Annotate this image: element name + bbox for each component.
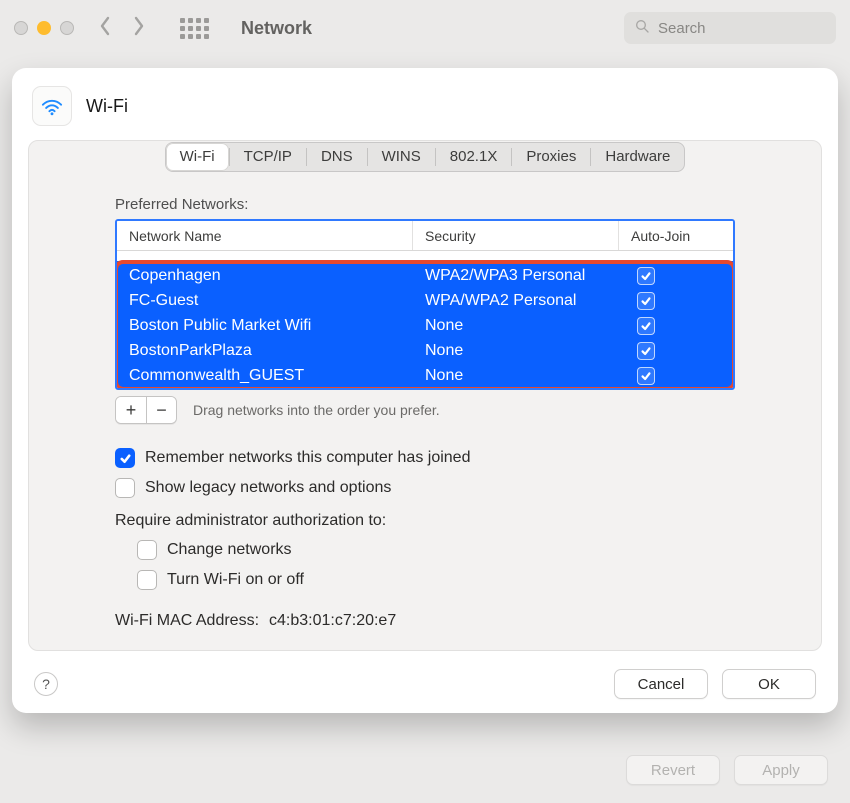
autojoin-checkbox[interactable] <box>637 342 655 360</box>
auth-wifi-toggle-label: Turn Wi-Fi on or off <box>167 571 304 589</box>
table-row[interactable]: Boston Public Market Wifi None <box>117 313 733 338</box>
preferred-networks-table[interactable]: Network Name Security Auto-Join Copenhag… <box>115 219 735 390</box>
revert-button[interactable]: Revert <box>626 755 720 785</box>
add-network-button[interactable]: + <box>116 397 146 423</box>
tab-wins[interactable]: WINS <box>368 143 435 171</box>
tab-8021x[interactable]: 802.1X <box>436 143 512 171</box>
tab-bar: Wi-Fi TCP/IP DNS WINS 802.1X Proxies Har… <box>29 140 821 174</box>
cell-auto-join[interactable] <box>631 317 721 335</box>
show-legacy-checkbox[interactable] <box>115 478 135 498</box>
cell-network-name: BostonParkPlaza <box>129 342 425 360</box>
autojoin-checkbox[interactable] <box>637 292 655 310</box>
autojoin-checkbox[interactable] <box>637 317 655 335</box>
cell-security: None <box>425 367 631 385</box>
zoom-window-icon[interactable] <box>60 21 74 35</box>
cell-security: None <box>425 342 631 360</box>
tab-hardware[interactable]: Hardware <box>591 143 684 171</box>
show-all-prefs-icon[interactable] <box>180 18 209 39</box>
cell-auto-join[interactable] <box>631 342 721 360</box>
cell-security: WPA/WPA2 Personal <box>425 292 631 310</box>
show-legacy-option[interactable]: Show legacy networks and options <box>115 478 735 498</box>
cell-security: WPA2/WPA3 Personal <box>425 267 631 285</box>
remember-networks-option[interactable]: Remember networks this computer has join… <box>115 448 735 468</box>
table-row[interactable]: BostonParkPlaza None <box>117 338 733 363</box>
table-rows[interactable]: Copenhagen WPA2/WPA3 Personal FC-Guest W… <box>117 263 733 388</box>
search-placeholder: Search <box>658 20 706 37</box>
back-button[interactable] <box>96 16 114 40</box>
settings-panel: Wi-Fi TCP/IP DNS WINS 802.1X Proxies Har… <box>28 140 822 651</box>
tab-dns[interactable]: DNS <box>307 143 367 171</box>
search-field[interactable]: Search <box>624 12 836 44</box>
tab-wifi[interactable]: Wi-Fi <box>166 143 229 171</box>
table-row[interactable]: Copenhagen WPA2/WPA3 Personal <box>117 263 733 288</box>
forward-button[interactable] <box>130 16 148 40</box>
remove-network-button[interactable]: − <box>146 397 176 423</box>
sheet-title: Wi-Fi <box>86 96 128 117</box>
table-header: Network Name Security Auto-Join <box>117 221 733 251</box>
auth-change-networks-checkbox[interactable] <box>137 540 157 560</box>
mac-address-label: Wi-Fi MAC Address: <box>115 612 259 630</box>
cell-auto-join[interactable] <box>631 267 721 285</box>
column-security[interactable]: Security <box>413 221 619 250</box>
auth-change-networks-label: Change networks <box>167 541 292 559</box>
remember-networks-checkbox[interactable] <box>115 448 135 468</box>
autojoin-checkbox[interactable] <box>637 267 655 285</box>
ok-button[interactable]: OK <box>722 669 816 699</box>
show-legacy-label: Show legacy networks and options <box>145 479 391 497</box>
column-auto-join[interactable]: Auto-Join <box>619 221 733 250</box>
admin-auth-label: Require administrator authorization to: <box>115 512 735 530</box>
mac-address-value: c4:b3:01:c7:20:e7 <box>269 612 396 630</box>
drag-hint: Drag networks into the order you prefer. <box>193 402 440 418</box>
window-title: Network <box>241 18 312 39</box>
close-window-icon[interactable] <box>14 21 28 35</box>
wifi-icon <box>32 86 72 126</box>
cell-auto-join[interactable] <box>631 292 721 310</box>
cell-network-name: Boston Public Market Wifi <box>129 317 425 335</box>
cell-network-name: Commonwealth_GUEST <box>129 367 425 385</box>
tab-tcpip[interactable]: TCP/IP <box>230 143 306 171</box>
auth-wifi-toggle-option[interactable]: Turn Wi-Fi on or off <box>137 570 735 590</box>
column-network-name[interactable]: Network Name <box>117 221 413 250</box>
table-row[interactable]: Commonwealth_GUEST None <box>117 363 733 388</box>
autojoin-checkbox[interactable] <box>637 367 655 385</box>
minimize-window-icon[interactable] <box>37 21 51 35</box>
table-row[interactable]: FC-Guest WPA/WPA2 Personal <box>117 288 733 313</box>
apply-button[interactable]: Apply <box>734 755 828 785</box>
add-remove-control: + − <box>115 396 177 424</box>
remember-networks-label: Remember networks this computer has join… <box>145 449 470 467</box>
cell-network-name: FC-Guest <box>129 292 425 310</box>
auth-wifi-toggle-checkbox[interactable] <box>137 570 157 590</box>
help-button[interactable]: ? <box>34 672 58 696</box>
traffic-lights <box>14 21 74 35</box>
cell-auto-join[interactable] <box>631 367 721 385</box>
auth-change-networks-option[interactable]: Change networks <box>137 540 735 560</box>
window-action-buttons: Revert Apply <box>626 755 828 785</box>
tab-proxies[interactable]: Proxies <box>512 143 590 171</box>
cell-security: None <box>425 317 631 335</box>
search-icon <box>634 18 650 38</box>
preferred-networks-label: Preferred Networks: <box>115 196 735 213</box>
cancel-button[interactable]: Cancel <box>614 669 708 699</box>
cell-network-name: Copenhagen <box>129 267 425 285</box>
wifi-settings-sheet: Wi-Fi Wi-Fi TCP/IP DNS WINS 802.1X Proxi… <box>12 68 838 713</box>
window-toolbar: Network Search <box>0 0 850 56</box>
